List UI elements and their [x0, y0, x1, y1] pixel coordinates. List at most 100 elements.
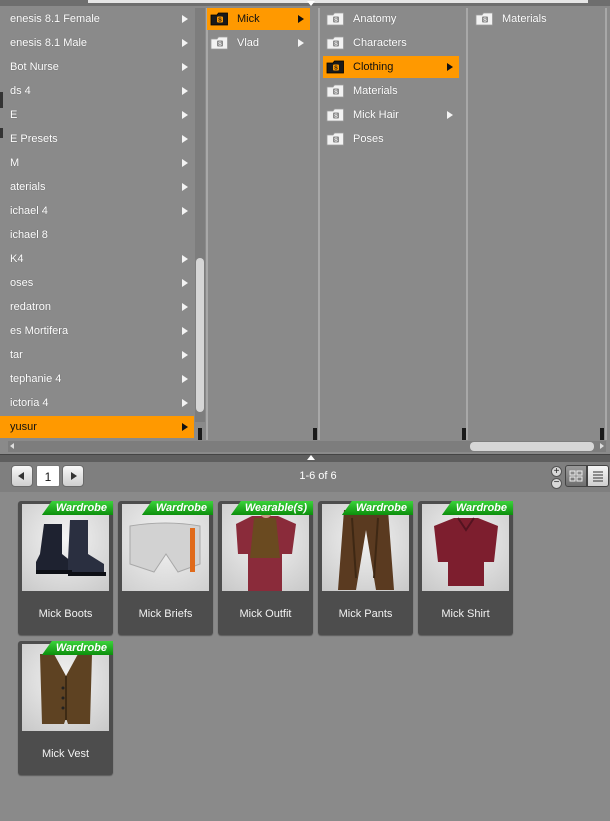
scroll-left-arrow-icon[interactable]: [10, 443, 14, 449]
browser-item[interactable]: S Materials: [323, 80, 459, 102]
browser-item-label: Anatomy: [353, 13, 397, 25]
browser-item[interactable]: aterials: [0, 176, 194, 198]
product-tile[interactable]: Wardrobe Mick Pants: [318, 501, 413, 635]
svg-text:S: S: [334, 138, 338, 144]
browser-item[interactable]: ichael 8: [0, 224, 194, 246]
svg-text:S: S: [334, 114, 338, 120]
top-splitter-icon[interactable]: [307, 1, 315, 6]
browser-item[interactable]: redatron: [0, 296, 194, 318]
product-label: Mick Shirt: [441, 608, 490, 620]
folder-icon: S: [326, 36, 345, 50]
next-page-button[interactable]: [62, 465, 84, 487]
product-thumbnail: [322, 504, 409, 591]
browser-item[interactable]: tar: [0, 344, 194, 366]
wardrobe-badge: Wardrobe: [41, 501, 113, 515]
browser-item[interactable]: enesis 8.1 Male: [0, 32, 194, 54]
previous-page-button[interactable]: [11, 465, 33, 487]
chevron-right-icon: [182, 39, 188, 47]
browser-item-label: enesis 8.1 Female: [10, 13, 100, 25]
browser-item-label: E Presets: [10, 133, 58, 145]
column-1-scroll-thumb[interactable]: [196, 258, 204, 412]
panel-splitter[interactable]: [0, 454, 610, 462]
browser-item[interactable]: ichael 4: [0, 200, 194, 222]
browser-item[interactable]: S Mick: [207, 8, 310, 30]
product-thumbnail: [22, 644, 109, 731]
zoom-in-icon[interactable]: +: [551, 466, 562, 477]
grid-view-button[interactable]: [565, 465, 587, 487]
folder-icon: S: [326, 108, 345, 122]
product-tile[interactable]: Wardrobe Mick Shirt: [418, 501, 513, 635]
browser-item[interactable]: M: [0, 152, 194, 174]
browser-item[interactable]: tephanie 4: [0, 368, 194, 390]
svg-text:S: S: [483, 18, 487, 24]
scroll-right-arrow-icon[interactable]: [600, 443, 604, 449]
briefs-image: [129, 522, 201, 573]
browser-item[interactable]: S Poses: [323, 128, 459, 150]
chevron-right-icon: [182, 255, 188, 263]
browser-item-label: ichael 4: [10, 205, 48, 217]
folder-icon: S: [326, 132, 345, 146]
browser-item-label: redatron: [10, 301, 51, 313]
outfit-image: [236, 506, 296, 591]
product-tile[interactable]: Wardrobe Mick Briefs: [118, 501, 213, 635]
chevron-right-icon: [182, 15, 188, 23]
browser-item[interactable]: S Clothing: [323, 56, 459, 78]
chevron-right-icon: [182, 399, 188, 407]
chevron-right-icon: [182, 279, 188, 287]
column-1-resize-handle[interactable]: [198, 428, 202, 440]
splitter-grip-icon[interactable]: [307, 455, 315, 460]
chevron-right-icon: [298, 15, 304, 23]
chevron-right-icon: [447, 63, 453, 71]
browser-item[interactable]: E Presets: [0, 128, 194, 150]
chevron-right-icon: [182, 87, 188, 95]
browser-item[interactable]: ictoria 4: [0, 392, 194, 414]
browser-item[interactable]: K4: [0, 248, 194, 270]
browser-column-3: S Anatomy S Characters S Clothing S Mate…: [323, 8, 459, 442]
top-strip: [0, 0, 610, 6]
browser-item[interactable]: oses: [0, 272, 194, 294]
wearables-badge: Wearable(s): [230, 501, 313, 515]
browser-item[interactable]: S Anatomy: [323, 8, 459, 30]
browser-item-label: enesis 8.1 Male: [10, 37, 88, 49]
browser-item-label: yusur: [10, 421, 37, 433]
browser-item[interactable]: S Vlad: [207, 32, 310, 54]
browser-item[interactable]: E: [0, 104, 194, 126]
folder-icon: S: [210, 36, 229, 50]
horizontal-scroll-thumb[interactable]: [470, 442, 594, 451]
grid-view-icon: [569, 470, 583, 482]
chevron-right-icon: [182, 183, 188, 191]
shirt-image: [434, 517, 498, 586]
browser-item-label: ds 4: [10, 85, 31, 97]
product-tile[interactable]: Wearable(s) Mick Outfit: [218, 501, 313, 635]
browser-item-label: M: [10, 157, 20, 169]
chevron-right-icon: [71, 472, 77, 480]
browser-item-label: Bot Nurse: [10, 61, 59, 73]
chevron-right-icon: [447, 111, 453, 119]
horizontal-scrollbar[interactable]: [8, 441, 606, 452]
browser-item[interactable]: es Mortifera: [0, 320, 194, 342]
browser-item-label: Poses: [353, 133, 384, 145]
browser-column-4: S Materials: [472, 8, 600, 442]
page-number-field[interactable]: 1: [36, 465, 60, 487]
column-4-resize-handle[interactable]: [600, 428, 604, 440]
browser-item[interactable]: S Characters: [323, 32, 459, 54]
column-separator: [605, 8, 607, 440]
column-2-resize-handle[interactable]: [313, 428, 317, 440]
browser-item[interactable]: yusur: [0, 416, 194, 438]
folder-icon: S: [326, 12, 345, 26]
product-tile[interactable]: Wardrobe Mick Boots: [18, 501, 113, 635]
browser-item[interactable]: Bot Nurse: [0, 56, 194, 78]
zoom-out-icon[interactable]: −: [551, 478, 562, 489]
product-label: Mick Vest: [41, 748, 90, 760]
browser-item[interactable]: ds 4: [0, 80, 194, 102]
browser-item[interactable]: enesis 8.1 Female: [0, 8, 194, 30]
browser-item-label: K4: [10, 253, 24, 265]
browser-column-1: enesis 8.1 Female enesis 8.1 Male Bot Nu…: [0, 8, 194, 442]
list-view-button[interactable]: [587, 465, 609, 487]
product-tile[interactable]: Wardrobe Mick Vest: [18, 641, 113, 775]
column-1-scrollbar[interactable]: [195, 8, 205, 422]
column-separator: [466, 8, 468, 440]
browser-item-label: E: [10, 109, 18, 121]
browser-item[interactable]: S Mick Hair: [323, 104, 459, 126]
browser-item[interactable]: S Materials: [472, 8, 600, 30]
